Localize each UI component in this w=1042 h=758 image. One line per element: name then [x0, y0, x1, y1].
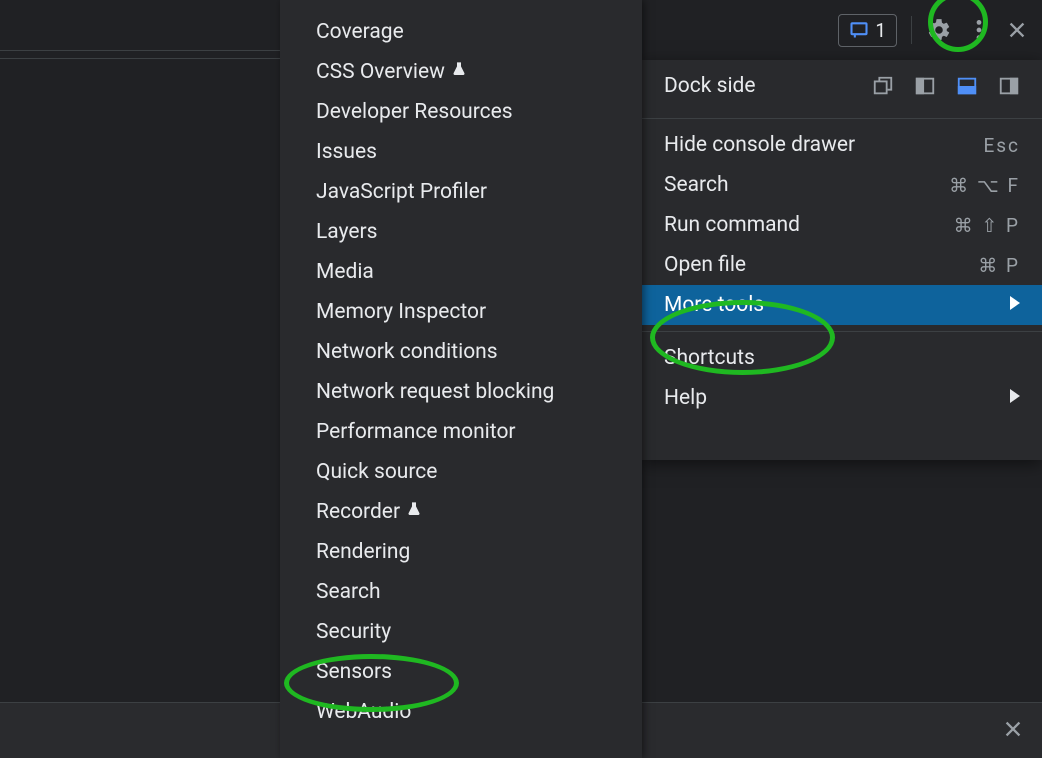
menu-item[interactable]: Shortcuts [642, 338, 1042, 378]
chevron-right-icon [1010, 296, 1020, 314]
menu-shortcut: ⌘ P [978, 254, 1020, 277]
menu-item-label: More tools [664, 293, 764, 317]
divider [0, 50, 280, 51]
submenu-item-label: WebAudio [316, 700, 411, 724]
submenu-item[interactable]: Rendering [280, 532, 642, 572]
dock-side-row: Dock side [642, 60, 1042, 112]
submenu-item[interactable]: Quick source [280, 452, 642, 492]
submenu-item-label: Recorder [316, 500, 400, 524]
close-icon[interactable] [1002, 717, 1024, 747]
submenu-item-label: Rendering [316, 540, 410, 564]
menu-item[interactable]: Hide console drawer Esc [642, 125, 1042, 165]
menu-item[interactable]: Search ⌘ ⌥ F [642, 165, 1042, 205]
submenu-item-label: Quick source [316, 460, 437, 484]
submenu-item[interactable]: Memory Inspector [280, 292, 642, 332]
gear-icon[interactable] [926, 17, 952, 43]
submenu-item[interactable]: Coverage [280, 12, 642, 52]
close-icon[interactable] [1006, 19, 1028, 41]
dock-left-icon[interactable] [914, 75, 936, 97]
submenu-item-label: Issues [316, 140, 377, 164]
submenu-item[interactable]: Network conditions [280, 332, 642, 372]
menu-item-label: Search [664, 173, 729, 197]
submenu-item-label: Memory Inspector [316, 300, 486, 324]
message-icon [849, 20, 869, 40]
dock-bottom-icon[interactable] [956, 75, 978, 97]
submenu-item[interactable]: Sensors [280, 652, 642, 692]
flask-icon [406, 500, 422, 524]
dock-right-icon[interactable] [998, 75, 1020, 97]
menu-item[interactable]: More tools [642, 285, 1042, 325]
submenu-item-label: Performance monitor [316, 420, 516, 444]
issues-count: 1 [875, 19, 886, 42]
submenu-item-label: Security [316, 620, 391, 644]
submenu-item-label: Coverage [316, 20, 404, 44]
submenu-item-label: Network request blocking [316, 380, 554, 404]
submenu-item[interactable]: WebAudio [280, 692, 642, 732]
submenu-item-label: Network conditions [316, 340, 498, 364]
menu-item[interactable]: Open file ⌘ P [642, 245, 1042, 285]
separator [642, 118, 1042, 119]
menu-item-label: Run command [664, 213, 800, 237]
divider [0, 58, 280, 59]
menu-shortcut: ⌘ ⇧ P [954, 214, 1020, 237]
submenu-item[interactable]: Security [280, 612, 642, 652]
chevron-right-icon [1010, 389, 1020, 407]
more-tools-submenu: Coverage CSS Overview Developer Resources I… [280, 0, 642, 758]
submenu-item[interactable]: Issues [280, 132, 642, 172]
submenu-item-label: CSS Overview [316, 60, 445, 84]
menu-item-label: Hide console drawer [664, 133, 855, 157]
submenu-item-label: Developer Resources [316, 100, 513, 124]
dock-side-label: Dock side [664, 74, 756, 98]
dock-undock-icon[interactable] [872, 75, 894, 97]
submenu-item[interactable]: JavaScript Profiler [280, 172, 642, 212]
submenu-item[interactable]: Developer Resources [280, 92, 642, 132]
menu-item[interactable]: Run command ⌘ ⇧ P [642, 205, 1042, 245]
submenu-item[interactable]: Network request blocking [280, 372, 642, 412]
main-menu: Dock side Hide console drawer Esc Search ⌘ … [642, 60, 1042, 460]
submenu-item[interactable]: Media [280, 252, 642, 292]
menu-item-label: Help [664, 386, 707, 410]
submenu-item-label: Search [316, 580, 381, 604]
submenu-item-label: Sensors [316, 660, 392, 684]
menu-shortcut: Esc [983, 134, 1020, 157]
issues-badge[interactable]: 1 [838, 14, 897, 47]
separator [642, 331, 1042, 332]
submenu-item-label: JavaScript Profiler [316, 180, 487, 204]
menu-item[interactable]: Help [642, 378, 1042, 418]
flask-icon [451, 60, 467, 84]
separator [911, 16, 912, 44]
submenu-item-label: Media [316, 260, 374, 284]
submenu-item[interactable]: Performance monitor [280, 412, 642, 452]
submenu-item[interactable]: CSS Overview [280, 52, 642, 92]
menu-shortcut: ⌘ ⌥ F [949, 174, 1020, 197]
submenu-item[interactable]: Search [280, 572, 642, 612]
submenu-item-label: Layers [316, 220, 377, 244]
left-panel [0, 0, 280, 758]
submenu-item[interactable]: Layers [280, 212, 642, 252]
submenu-item[interactable]: Recorder [280, 492, 642, 532]
more-icon[interactable] [966, 17, 992, 43]
devtools-toolbar: 1 [642, 0, 1042, 60]
menu-item-label: Open file [664, 253, 746, 277]
menu-item-label: Shortcuts [664, 346, 755, 370]
